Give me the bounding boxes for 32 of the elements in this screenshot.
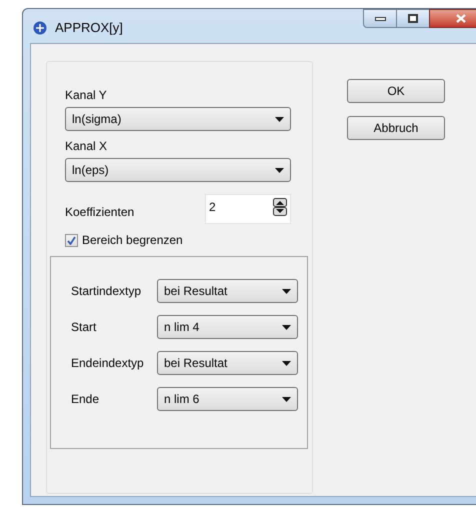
dropdown[interactable]: ln(sigma): [65, 107, 291, 131]
caret-icon: [275, 168, 284, 172]
dropdown[interactable]: ln(eps): [65, 158, 291, 182]
dropdown[interactable]: bei Resultat: [157, 351, 298, 375]
checkbox[interactable]: [65, 234, 78, 246]
field-label: Kanal X: [65, 138, 108, 155]
field-label: Endeindextyp: [71, 355, 145, 372]
dialog-button[interactable]: Abbruch: [347, 116, 445, 140]
caret-icon: [282, 324, 291, 330]
close-icon: [456, 14, 466, 23]
minimize-button[interactable]: [363, 9, 397, 28]
close-button[interactable]: [429, 9, 476, 28]
dropdown[interactable]: n lim 6: [157, 387, 298, 411]
caret-icon: [282, 396, 291, 402]
spin-arrows-icon: [273, 198, 287, 216]
dropdown[interactable]: bei Resultat: [157, 279, 298, 303]
dialog-button[interactable]: OK: [347, 79, 445, 103]
field-label: Start: [71, 319, 98, 336]
checkbox-label: Bereich begrenzen: [82, 232, 183, 249]
dropdown[interactable]: n lim 4: [157, 315, 298, 339]
checkmark-icon: [67, 236, 76, 244]
field-label: Koeffizienten: [65, 204, 136, 221]
maximize-button[interactable]: [397, 9, 429, 28]
field-label: Ende: [71, 391, 100, 408]
caret-icon: [282, 360, 291, 366]
caret-icon: [275, 116, 284, 122]
app-icon: [33, 20, 47, 35]
field-label: Startindextyp: [71, 283, 142, 300]
number-spinner[interactable]: 2: [205, 194, 291, 224]
window-title: APPROX[y]: [55, 19, 123, 37]
caret-icon: [282, 288, 291, 294]
field-label: Kanal Y: [65, 87, 108, 104]
